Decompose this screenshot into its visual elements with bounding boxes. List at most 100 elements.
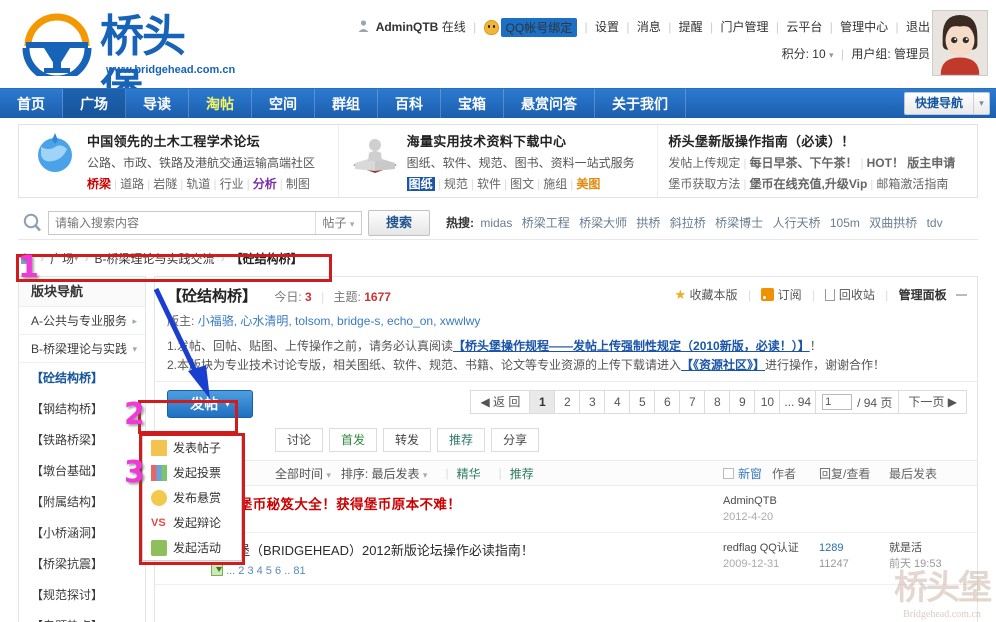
nav-item-wiki[interactable]: 百科 xyxy=(378,89,441,118)
moderators-list[interactable]: 小福骆, 心水清明, tolsom, bridge-s, echo_on, xw… xyxy=(198,314,481,328)
menu-item-create-poll[interactable]: 发起投票 xyxy=(143,460,241,485)
pagination-page-7[interactable]: 7 xyxy=(679,390,706,414)
guide-link-email-activate[interactable]: 邮箱激活指南 xyxy=(876,177,948,191)
thread-page-links[interactable]: ... 2 3 4 5 6 .. 81 xyxy=(211,564,715,577)
chevron-down-icon[interactable]: ▾ xyxy=(829,50,834,60)
header-link-settings[interactable]: 设置 xyxy=(595,20,619,34)
promo-link-tunnel[interactable]: 岩隧 xyxy=(153,177,177,191)
pagination-page-6[interactable]: 6 xyxy=(654,390,681,414)
thread-author-name[interactable]: redflag QQ认证 xyxy=(723,542,799,554)
hot-item-bridge-master[interactable]: 桥梁大师 xyxy=(579,216,627,230)
promo-link-drawing[interactable]: 制图 xyxy=(286,177,310,191)
pagination-page-4[interactable]: 4 xyxy=(604,390,631,414)
sidebar-item-seismic[interactable]: 【桥梁抗震】 xyxy=(19,549,145,580)
promo-link-road[interactable]: 道路 xyxy=(120,177,144,191)
promo-link-industry[interactable]: 行业 xyxy=(220,177,244,191)
pagination-page-10[interactable]: 10 xyxy=(754,390,781,414)
promo-link-bridge[interactable]: 桥梁 xyxy=(87,177,111,191)
sort-select[interactable]: 排序: 最后发表 ▾ xyxy=(341,465,428,482)
chevron-down-icon[interactable]: ▾ xyxy=(74,253,79,264)
qq-bind-badge[interactable]: QQ帐号绑定 xyxy=(500,18,578,38)
guide-link-recharge-vip[interactable]: 堡币在线充值,升级Vip xyxy=(749,177,867,191)
sidebar-item-standards[interactable]: 【规范探讨】 xyxy=(19,580,145,611)
rule1-link[interactable]: 【桥头堡操作规程——发帖上传强制性规定（2010新版，必读！）】 xyxy=(453,339,810,353)
subscribe-link[interactable]: 订阅 xyxy=(778,288,802,302)
table-row[interactable]: 最新堡币秘笈大全！获得堡币原本不难！ AdminQTB 2012-4-20 xyxy=(155,486,977,533)
admin-panel-link[interactable]: 管理面板 xyxy=(899,288,947,302)
hot-item-midas[interactable]: midas xyxy=(480,216,512,230)
favorite-forum-link[interactable]: 收藏本版 xyxy=(689,288,737,302)
chevron-down-icon[interactable]: ▾ xyxy=(973,93,989,114)
search-input[interactable] xyxy=(49,211,315,234)
nav-item-collect[interactable]: 淘帖 xyxy=(189,89,252,118)
pagination-page-9[interactable]: 9 xyxy=(729,390,756,414)
nav-item-square[interactable]: 广场 xyxy=(63,89,126,118)
header-link-messages[interactable]: 消息 xyxy=(637,20,661,34)
hot-item-bridge-eng[interactable]: 桥梁工程 xyxy=(522,216,570,230)
pagination-page-2[interactable]: 2 xyxy=(554,390,581,414)
breadcrumb-item-square[interactable]: 广场 xyxy=(50,250,74,267)
avatar[interactable] xyxy=(932,10,988,76)
promo-link-rail[interactable]: 轨道 xyxy=(186,177,210,191)
column-newwindow[interactable]: 新窗 作者 xyxy=(723,465,819,482)
filter-repost[interactable]: 转发 xyxy=(383,428,432,452)
collapse-icon[interactable] xyxy=(956,294,967,296)
promo-link-gallery[interactable]: 美图 xyxy=(576,177,600,191)
header-link-admin-center[interactable]: 管理中心 xyxy=(840,20,888,34)
guide-link-teatime[interactable]: 每日早茶、下午茶！ xyxy=(749,156,857,170)
sidebar-item-concrete-bridge[interactable]: 【砼结构桥】 xyxy=(19,363,145,394)
filter-essence[interactable]: 精华 xyxy=(457,465,481,482)
filter-recommend[interactable]: 推荐 xyxy=(437,428,486,452)
hot-item-tdv[interactable]: tdv xyxy=(927,216,943,230)
hot-item-bridge-doctor[interactable]: 桥梁博士 xyxy=(715,216,763,230)
filter-time-select[interactable]: 全部时间 ▾ xyxy=(275,465,331,482)
pagination-next[interactable]: 下一页 ▶ xyxy=(898,390,967,414)
menu-item-start-debate[interactable]: VS 发起辩论 xyxy=(143,510,241,535)
menu-item-post-reward[interactable]: 发布悬赏 xyxy=(143,485,241,510)
filter-discussion[interactable]: 讨论 xyxy=(275,428,324,452)
promo-link-construction[interactable]: 施组 xyxy=(543,177,567,191)
nav-item-group[interactable]: 群组 xyxy=(315,89,378,118)
hot-item-105m[interactable]: 105m xyxy=(830,216,860,230)
hot-item-footbridge[interactable]: 人行天桥 xyxy=(773,216,821,230)
guide-link-coin-howto[interactable]: 堡币获取方法 xyxy=(668,177,740,191)
thread-author-name[interactable]: AdminQTB xyxy=(723,495,777,507)
breadcrumb-item-category[interactable]: B-桥梁理论与实践交流 xyxy=(95,250,215,267)
pagination-back[interactable]: ◀ 返 回 xyxy=(470,390,531,414)
pagination-page-1[interactable]: 1 xyxy=(529,390,556,414)
header-link-logout[interactable]: 退出 xyxy=(906,20,930,34)
recycle-bin-link[interactable]: 回收站 xyxy=(839,288,875,302)
sidebar-group-a[interactable]: A-公共与专业服务 ▸ xyxy=(19,307,145,335)
sidebar-item-hot-topics[interactable]: 【专题热点】 xyxy=(19,611,145,622)
menu-item-start-activity[interactable]: 发起活动 xyxy=(143,535,241,560)
hot-item-arch-bridge[interactable]: 拱桥 xyxy=(636,216,660,230)
nav-item-about[interactable]: 关于我们 xyxy=(595,89,686,118)
pagination-page-3[interactable]: 3 xyxy=(579,390,606,414)
menu-item-post-thread[interactable]: 发表帖子 xyxy=(143,435,241,460)
nav-item-space[interactable]: 空间 xyxy=(252,89,315,118)
thread-title[interactable]: 桥头堡（BRIDGEHEAD）2012新版论坛操作必读指南！ xyxy=(211,543,534,558)
thread-title[interactable]: 最新堡币秘笈大全！获得堡币原本不难！ xyxy=(211,497,461,512)
pagination-page-8[interactable]: 8 xyxy=(704,390,731,414)
guide-link-moderator-apply[interactable]: HOT！ 版主申请 xyxy=(867,156,956,170)
hot-item-cable-bridge[interactable]: 斜拉桥 xyxy=(670,216,706,230)
filter-share[interactable]: 分享 xyxy=(491,428,540,452)
points-label[interactable]: 积分: 10 xyxy=(782,47,826,61)
hot-item-double-arch[interactable]: 双曲拱桥 xyxy=(869,216,917,230)
pagination-jump-input[interactable] xyxy=(822,394,853,410)
filter-original[interactable]: 首发 xyxy=(329,428,378,452)
header-link-portal-admin[interactable]: 门户管理 xyxy=(721,20,769,34)
pagination-last[interactable]: ... 94 xyxy=(779,390,817,414)
sidebar-item-accessory-structure[interactable]: 【附属结构】 xyxy=(19,487,145,518)
header-link-notices[interactable]: 提醒 xyxy=(679,20,703,34)
promo-link-software[interactable]: 软件 xyxy=(477,177,501,191)
nav-item-guide[interactable]: 导读 xyxy=(126,89,189,118)
rule2-link[interactable]: 【《资源社区》】 xyxy=(681,358,765,372)
guide-link-posting-rules[interactable]: 发帖上传规定 xyxy=(668,156,740,170)
promo-link-analysis[interactable]: 分析 xyxy=(253,177,277,191)
sidebar-group-b[interactable]: B-桥梁理论与实践 ▾ xyxy=(19,335,145,363)
promo-link-graphics[interactable]: 图文 xyxy=(510,177,534,191)
pagination-page-5[interactable]: 5 xyxy=(629,390,656,414)
promo-link-drawings[interactable]: 图纸 xyxy=(406,177,435,191)
nav-item-home[interactable]: 首页 xyxy=(0,89,63,118)
